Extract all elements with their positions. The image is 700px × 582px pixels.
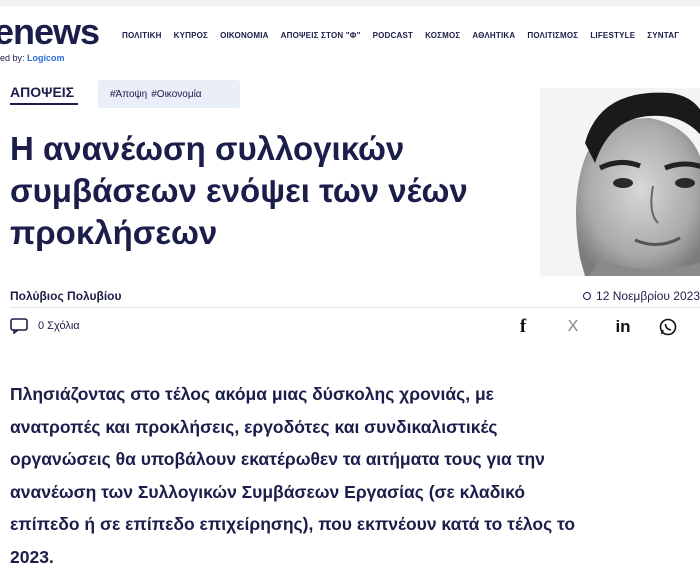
powered-brand: Logicom xyxy=(27,53,65,63)
site-logo[interactable]: enews xyxy=(0,12,100,52)
publish-date: 12 Νοεμβρίου 2023 xyxy=(583,289,700,303)
nav-item-lifestyle[interactable]: LIFESTYLE xyxy=(590,31,635,40)
comment-icon xyxy=(10,318,28,334)
powered-by: ed by: Logicom xyxy=(0,53,65,63)
lead-line: επίπεδο ή σε επίπεδο επιχείρησης), που ε… xyxy=(10,514,576,534)
section-underline xyxy=(10,103,78,105)
date-text: 12 Νοεμβρίου 2023 xyxy=(596,289,700,303)
facebook-icon[interactable]: f xyxy=(498,316,548,338)
tag-oikonomia[interactable]: #Οικονομία xyxy=(151,89,201,100)
clock-icon xyxy=(583,292,592,300)
nav-item-syntages[interactable]: ΣΥΝΤΑΓ xyxy=(647,31,679,40)
tag-apopsi[interactable]: #Άποψη xyxy=(110,89,147,100)
powered-prefix: ed by: xyxy=(0,53,25,63)
author-photo xyxy=(540,88,700,276)
nav-item-podcast[interactable]: PODCAST xyxy=(373,31,414,40)
headline-line: συμβάσεων ενόψει των νέων xyxy=(10,172,468,209)
nav-item-athlitika[interactable]: ΑΘΛΗΤΙΚΑ xyxy=(472,31,515,40)
site-header: enews ed by: Logicom ΠΟΛΙΤΙΚΗ ΚΥΠΡΟΣ ΟΙΚ… xyxy=(0,6,700,68)
nav-item-kosmos[interactable]: ΚΟΣΜΟΣ xyxy=(425,31,460,40)
comments-link[interactable]: 0 Σχόλια xyxy=(10,318,80,334)
lead-line: Πλησιάζοντας στο τέλος ακόμα μιας δύσκολ… xyxy=(10,384,494,404)
lead-line: 2023. xyxy=(10,546,54,567)
linkedin-icon[interactable]: in xyxy=(598,316,648,338)
article-headline: Η ανανέωση συλλογικών συμβάσεων ενόψει τ… xyxy=(10,128,530,254)
whatsapp-icon[interactable] xyxy=(648,316,688,338)
lead-line: οργανώσεις θα υποβάλουν εκατέρωθεν τα αι… xyxy=(10,449,545,469)
lead-line: ανανέωση των Συλλογικών Συμβάσεων Εργασί… xyxy=(10,481,526,502)
comments-count: 0 Σχόλια xyxy=(38,320,80,332)
nav-item-politismos[interactable]: ΠΟΛΙΤΙΣΜΟΣ xyxy=(527,31,578,40)
share-bar: f X in xyxy=(498,316,688,338)
nav-item-oikonomia[interactable]: ΟΙΚΟΝΟΜΙΑ xyxy=(220,31,269,40)
nav-item-politiki[interactable]: ΠΟΛΙΤΙΚΗ xyxy=(122,31,162,40)
author-name[interactable]: Πολύβιος Πολυβίου xyxy=(10,289,121,303)
nav-item-apopseis[interactable]: ΑΠΟΨΕΙΣ ΣΤΟΝ "Φ" xyxy=(281,31,361,40)
divider xyxy=(10,307,700,308)
headline-line: Η ανανέωση συλλογικών xyxy=(10,130,405,167)
section-label[interactable]: ΑΠΟΨΕΙΣ xyxy=(10,84,74,100)
main-nav: ΠΟΛΙΤΙΚΗ ΚΥΠΡΟΣ ΟΙΚΟΝΟΜΙΑ ΑΠΟΨΕΙΣ ΣΤΟΝ "… xyxy=(122,31,679,40)
lead-line: ανατροπές και προκλήσεις, εργοδότες και … xyxy=(10,416,498,437)
x-icon[interactable]: X xyxy=(548,316,598,338)
headline-line: προκλήσεων xyxy=(10,214,218,251)
nav-item-kypros[interactable]: ΚΥΠΡΟΣ xyxy=(174,31,208,40)
article-lead: Πλησιάζοντας στο τέλος ακόμα μιας δύσκολ… xyxy=(10,378,700,573)
tag-box: #Άποψη #Οικονομία xyxy=(98,80,240,108)
